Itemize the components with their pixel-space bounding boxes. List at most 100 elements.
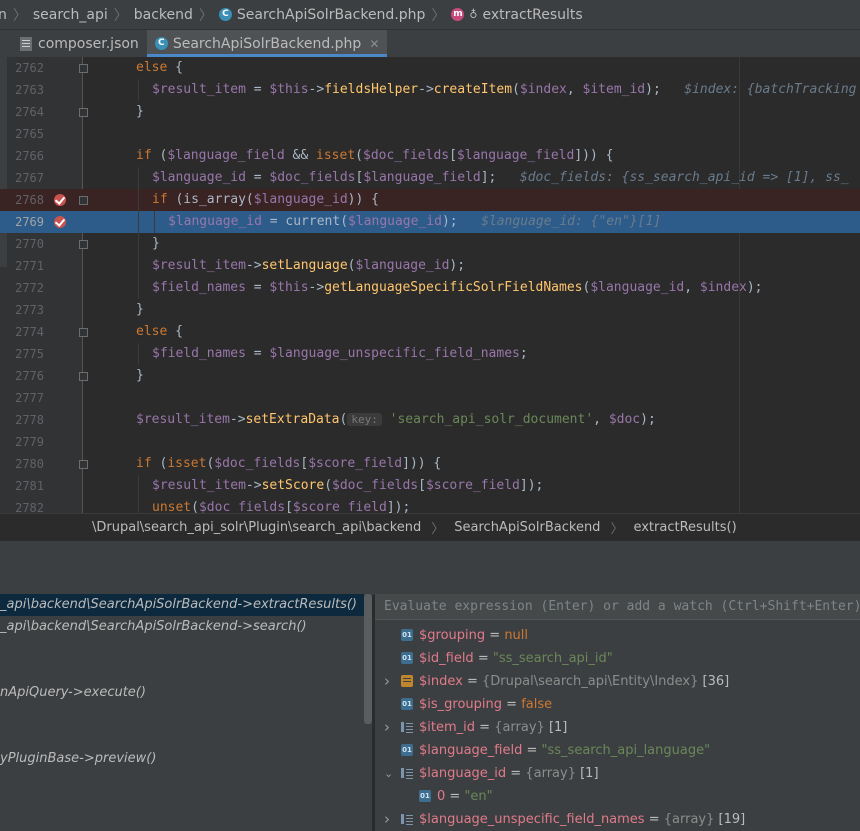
variable-row[interactable]: 01 $language_field = "ss_search_api_langu… [375, 739, 860, 762]
line-number[interactable]: 2774 [0, 321, 44, 343]
line-number[interactable]: 2775 [0, 343, 44, 365]
code-line[interactable]: 2768 if (is_array($language_id)) { [0, 189, 860, 211]
code-line[interactable]: 2777 [0, 387, 860, 409]
chevron-right-icon[interactable]: › [384, 808, 394, 831]
line-number[interactable]: 2766 [0, 145, 44, 167]
line-number[interactable]: 2780 [0, 453, 44, 475]
variable-row[interactable]: › $index = {Drupal\search_api\Entity\Inde… [375, 670, 860, 693]
line-number[interactable]: 2776 [0, 365, 44, 387]
nav-item-label: search_api [32, 6, 108, 23]
tab-composer-json[interactable]: composer.json [0, 30, 147, 57]
line-number[interactable]: 2781 [0, 475, 44, 497]
variable-text: $language_unspecific_field_names = {arra… [419, 808, 745, 831]
code-token: -> [308, 82, 325, 97]
line-number[interactable]: 2778 [0, 409, 44, 431]
variable-row[interactable]: 01 $is_grouping = false [375, 693, 860, 716]
variable-value: [1] [580, 766, 599, 781]
nav-item-file[interactable]: C SearchApiSolrBackend.php [218, 7, 425, 23]
close-icon[interactable]: ✕ [369, 37, 379, 51]
fold-marker-icon[interactable] [79, 240, 88, 249]
frame-item[interactable]: yPluginBase->preview() [0, 748, 364, 770]
fold-marker-icon[interactable] [79, 64, 88, 73]
variable-row[interactable]: › $language_unspecific_field_names = {arr… [375, 808, 860, 831]
code-editor[interactable]: 2762 else {2763 $result_item = $this->fiel… [0, 57, 860, 513]
frame-item[interactable]: _api\backend\SearchApiSolrBackend->searc… [0, 616, 364, 638]
code-token: else [136, 324, 168, 339]
line-number[interactable]: 2770 [0, 233, 44, 255]
nav-item-method[interactable]: m ♁ extractResults [451, 7, 583, 23]
code-line[interactable]: 2765 [0, 123, 860, 145]
chevron-right-icon[interactable]: › [384, 670, 394, 693]
frames-scrollbar[interactable] [364, 594, 372, 724]
breadcrumb-method[interactable]: extractResults() [633, 520, 736, 535]
line-number[interactable]: 2773 [0, 299, 44, 321]
frame-item[interactable]: _api\backend\SearchApiSolrBackend->extra… [0, 594, 364, 616]
code-line[interactable]: 2775 $field_names = $language_unspecific_… [0, 343, 860, 365]
line-number[interactable]: 2782 [0, 497, 44, 513]
nav-item-search-api[interactable]: search_api [33, 7, 108, 23]
php-class-icon: C [218, 8, 232, 21]
line-number[interactable]: 2772 [0, 277, 44, 299]
indent-guide [138, 189, 139, 211]
json-file-icon [20, 36, 32, 51]
code-line[interactable]: 2763 $result_item = $this->fieldsHelper->… [0, 79, 860, 101]
line-number[interactable]: 2763 [0, 79, 44, 101]
variable-text: $item_id = {array} [1] [419, 716, 567, 739]
object-icon [401, 675, 413, 687]
code-line[interactable]: 2766 if ($language_field && isset($doc_fi… [0, 145, 860, 167]
code-line[interactable]: 2770} [0, 233, 860, 255]
line-number[interactable]: 2769 [0, 211, 44, 233]
line-number[interactable]: 2767 [0, 167, 44, 189]
code-line[interactable]: 2764} [0, 101, 860, 123]
fold-marker-icon[interactable] [79, 328, 88, 337]
code-line[interactable]: 2782 unset($doc_fields[$score_field]); [0, 497, 860, 513]
code-line[interactable]: 2773} [0, 299, 860, 321]
equals-sign: = [462, 674, 483, 689]
line-number[interactable]: 2765 [0, 123, 44, 145]
breadcrumb-namespace[interactable]: \Drupal\search_api_solr\Plugin\search_ap… [0, 520, 421, 535]
fold-marker-icon[interactable] [79, 196, 88, 205]
code-line[interactable]: 2769 $language_id = current($language_id)… [0, 211, 860, 233]
variable-row[interactable]: 01 0 = "en" [375, 785, 860, 808]
array-icon [401, 721, 413, 733]
variable-value: false [521, 697, 553, 712]
breakpoint-icon[interactable] [54, 194, 66, 206]
code-token: ); [746, 280, 763, 295]
code-line[interactable]: 2774 else { [0, 321, 860, 343]
variable-row[interactable]: 01 $id_field = "ss_search_api_id" [375, 647, 860, 670]
code-line[interactable]: 2780 if (isset($doc_fields[$score_field])… [0, 453, 860, 475]
variable-row[interactable]: › $item_id = {array} [1] [375, 716, 860, 739]
frame-item[interactable]: nApiQuery->execute() [0, 682, 364, 704]
code-line[interactable]: 2781 $result_item->setScore($doc_fields[$… [0, 475, 860, 497]
line-number[interactable]: 2768 [0, 189, 44, 211]
line-number[interactable]: 2764 [0, 101, 44, 123]
fold-marker-icon[interactable] [79, 372, 88, 381]
fold-marker-icon[interactable] [79, 108, 88, 117]
code-line[interactable]: 2778 $result_item->setExtraData(key: 'sea… [0, 409, 860, 431]
breadcrumb-class[interactable]: SearchApiSolrBackend [454, 520, 600, 535]
chevron-down-icon[interactable]: ⌄ [384, 762, 394, 785]
code-line[interactable]: 2767 $language_id = $doc_fields[$language… [0, 167, 860, 189]
code-line[interactable]: 2771 $result_item->setLanguage($language_… [0, 255, 860, 277]
line-number[interactable]: 2777 [0, 387, 44, 409]
tab-searchapisolrbackend-php[interactable]: C SearchApiSolrBackend.php ✕ [146, 30, 388, 57]
nav-item-backend[interactable]: backend [134, 7, 193, 23]
code-text: if (isset($doc_fields[$score_field])) { [136, 453, 441, 475]
line-number[interactable]: 2771 [0, 255, 44, 277]
nav-item-root[interactable]: n [0, 7, 7, 23]
code-line[interactable]: 2779 [0, 431, 860, 453]
code-line[interactable]: 2762 else { [0, 57, 860, 79]
chevron-right-icon[interactable]: › [384, 716, 394, 739]
breakpoint-icon[interactable] [54, 216, 66, 228]
code-token: -> [229, 412, 246, 427]
variable-row[interactable]: 01 $grouping = null [375, 624, 860, 647]
fold-marker-icon[interactable] [79, 460, 88, 469]
code-line[interactable]: 2776} [0, 365, 860, 387]
array-icon [401, 767, 413, 779]
watch-expression-input[interactable]: Evaluate expression (Enter) or add a wat… [375, 594, 860, 620]
variable-row[interactable]: ⌄ $language_id = {array} [1] [375, 762, 860, 785]
line-number[interactable]: 2762 [0, 57, 44, 79]
chevron-right-icon: 〉 [198, 7, 213, 24]
code-line[interactable]: 2772 $field_names = $this->getLanguageSpe… [0, 277, 860, 299]
line-number[interactable]: 2779 [0, 431, 44, 453]
